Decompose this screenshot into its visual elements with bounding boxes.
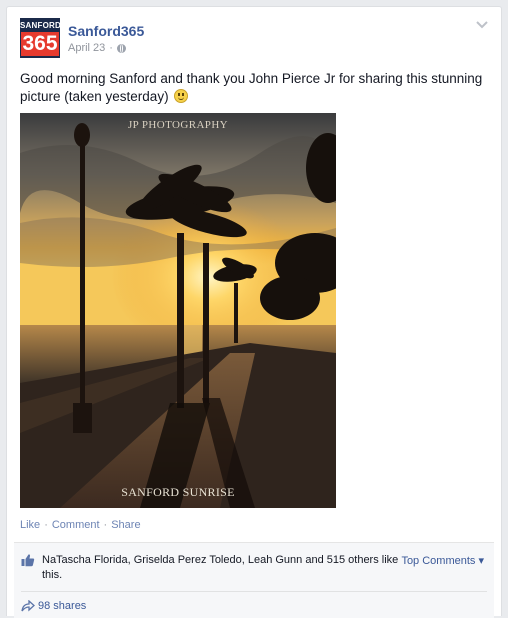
post-message: Good morning Sanford and thank you John … — [20, 71, 483, 104]
action-separator: · — [44, 519, 48, 531]
action-separator: · — [103, 519, 108, 531]
post-text: Good morning Sanford and thank you John … — [20, 70, 490, 106]
page-avatar[interactable]: SANFORD 365 — [20, 18, 60, 58]
top-comments-dropdown[interactable]: Top Comments ▾ — [401, 554, 484, 567]
share-arrow-icon — [21, 600, 35, 612]
like-link[interactable]: Like — [20, 519, 40, 531]
post-meta: April 23 · — [68, 42, 126, 54]
avatar-number-text: 365 — [21, 32, 59, 56]
thumbs-up-icon — [21, 554, 35, 567]
post-photo[interactable]: JP PHOTOGRAPHY SANFORD SUNRISE — [20, 113, 336, 508]
chevron-down-icon[interactable] — [475, 19, 489, 29]
page-name-link[interactable]: Sanford365 — [68, 23, 144, 39]
feedback-divider — [21, 591, 487, 592]
globe-icon — [116, 43, 126, 53]
smiley-icon — [174, 89, 189, 103]
share-link[interactable]: Share — [111, 519, 140, 531]
post-actions: Like · Comment · Share — [20, 519, 141, 531]
likes-summary[interactable]: NaTascha Florida, Griselda Perez Toledo,… — [42, 553, 404, 583]
photo-caption-text: SANFORD SUNRISE — [121, 485, 235, 499]
avatar-top-text: SANFORD — [20, 21, 60, 30]
post-card: SANFORD 365 Sanford365 April 23 · Good m… — [6, 6, 502, 618]
shares-count-link[interactable]: 98 shares — [38, 600, 86, 612]
photo-credit-text: JP PHOTOGRAPHY — [127, 119, 229, 131]
comment-link[interactable]: Comment — [52, 519, 100, 531]
feedback-box: NaTascha Florida, Griselda Perez Toledo,… — [14, 542, 494, 618]
sunrise-photo-image — [20, 113, 336, 508]
post-date[interactable]: April 23 — [68, 42, 105, 54]
meta-separator: · — [109, 42, 113, 54]
